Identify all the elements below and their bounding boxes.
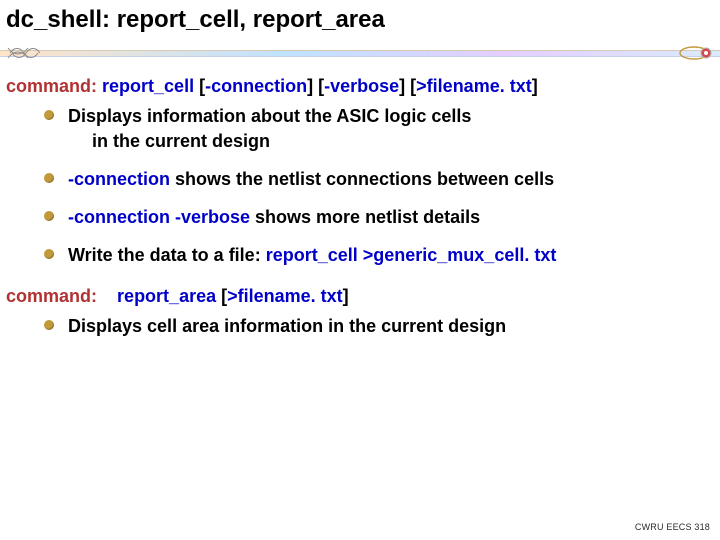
inline-option: -connection bbox=[68, 169, 170, 189]
slide-title: dc_shell: report_cell, report_area bbox=[0, 0, 720, 42]
command-label: command: bbox=[6, 286, 97, 306]
bullet-text: shows the netlist connections between ce… bbox=[170, 169, 554, 189]
command-name: report_cell bbox=[102, 76, 194, 96]
bullet-text: Displays information about the ASIC logi… bbox=[68, 106, 471, 126]
ornament-icon bbox=[676, 45, 712, 61]
list-item: -connection shows the netlist connection… bbox=[6, 167, 714, 191]
bullet-text: Displays cell area information in the cu… bbox=[68, 316, 506, 336]
bullet-text: shows more netlist details bbox=[250, 207, 480, 227]
list-item: Write the data to a file: report_cell >g… bbox=[6, 243, 714, 267]
bullet-list-1: Displays information about the ASIC logi… bbox=[6, 104, 714, 267]
command-option: [>filename. txt] bbox=[221, 286, 349, 306]
knot-icon bbox=[4, 42, 48, 64]
command-label: command: bbox=[6, 76, 97, 96]
bullet-text-line2: in the current design bbox=[68, 129, 714, 153]
command-name: report_area bbox=[117, 286, 216, 306]
divider-bar bbox=[0, 50, 720, 57]
command-line-2: command: report_area [>filename. txt] bbox=[6, 284, 714, 308]
slide-body: command: report_cell [-connection] [-ver… bbox=[0, 74, 720, 338]
title-divider bbox=[0, 42, 720, 62]
command-option: [>filename. txt] bbox=[410, 76, 538, 96]
bullet-text: Write the data to a file: bbox=[68, 245, 266, 265]
inline-command: report_cell >generic_mux_cell. txt bbox=[266, 245, 557, 265]
command-line-1: command: report_cell [-connection] [-ver… bbox=[6, 74, 714, 98]
footer-text: CWRU EECS 318 bbox=[635, 522, 710, 532]
command-option: [-verbose] bbox=[318, 76, 405, 96]
list-item: Displays information about the ASIC logi… bbox=[6, 104, 714, 153]
list-item: Displays cell area information in the cu… bbox=[6, 314, 714, 338]
command-option: [-connection] bbox=[199, 76, 313, 96]
bullet-list-2: Displays cell area information in the cu… bbox=[6, 314, 714, 338]
list-item: -connection -verbose shows more netlist … bbox=[6, 205, 714, 229]
inline-option: -connection -verbose bbox=[68, 207, 250, 227]
